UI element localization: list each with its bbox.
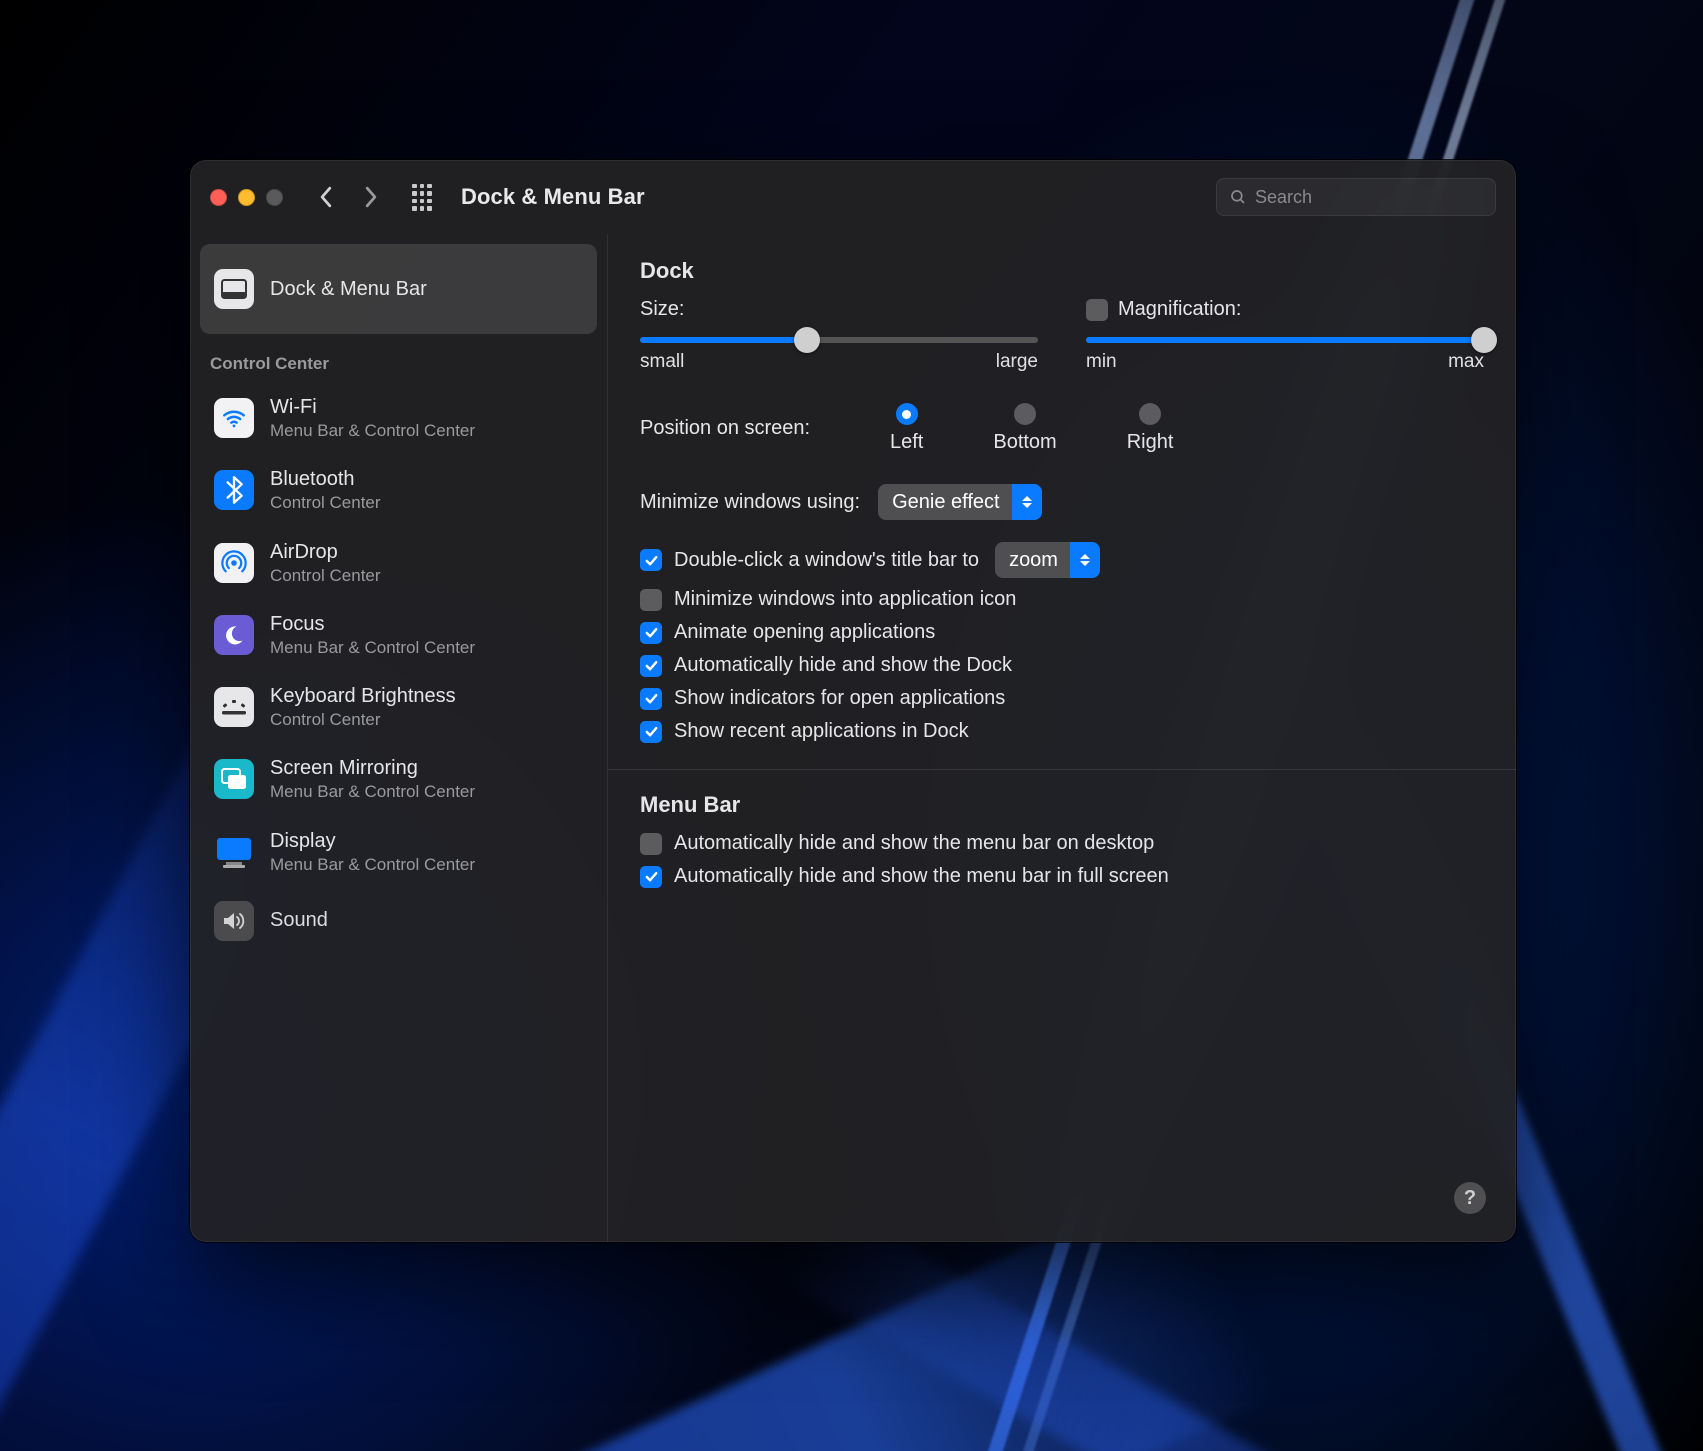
sidebar-item-sublabel: Control Center (270, 492, 381, 513)
search-icon (1229, 188, 1247, 206)
menubar-heading: Menu Bar (640, 792, 1484, 818)
dock-heading: Dock (640, 258, 1484, 284)
dropdown-value: Genie effect (892, 491, 999, 514)
doubleclick-action-dropdown[interactable]: zoom (995, 542, 1100, 578)
magnification-min-label: min (1086, 351, 1117, 373)
magnification-label: Magnification: (1118, 298, 1241, 321)
display-icon (214, 832, 254, 872)
sound-icon (214, 901, 254, 941)
sidebar-item-label: Wi-Fi (270, 395, 475, 420)
sidebar-item-label: Bluetooth (270, 467, 381, 492)
doubleclick-label: Double-click a window's title bar to (674, 549, 979, 572)
magnification-checkbox[interactable] (1086, 299, 1108, 321)
autohide-menubar-fullscreen-checkbox[interactable] (640, 866, 662, 888)
chevron-up-down-icon (1070, 542, 1100, 578)
bluetooth-icon (214, 470, 254, 510)
size-slider-thumb[interactable] (794, 327, 820, 353)
position-label: Position on screen: (640, 417, 890, 440)
size-slider[interactable] (640, 337, 1038, 343)
minimize-using-label: Minimize windows using: (640, 491, 860, 514)
window-title: Dock & Menu Bar (461, 184, 645, 210)
sidebar-item-sublabel: Control Center (270, 709, 456, 730)
keyboard-brightness-icon (214, 687, 254, 727)
section-divider (608, 769, 1516, 770)
minimize-using-dropdown[interactable]: Genie effect (878, 484, 1041, 520)
sidebar-item-sublabel: Menu Bar & Control Center (270, 637, 475, 658)
screen-mirroring-icon (214, 759, 254, 799)
sidebar-item-sublabel: Menu Bar & Control Center (270, 781, 475, 802)
position-radio-label: Left (890, 431, 923, 454)
minimize-into-icon-label: Minimize windows into application icon (674, 588, 1016, 611)
magnification-slider-thumb[interactable] (1471, 327, 1497, 353)
sidebar-item-airdrop[interactable]: AirDrop Control Center (200, 529, 597, 597)
sidebar-item-focus[interactable]: Focus Menu Bar & Control Center (200, 601, 597, 669)
sidebar: Dock & Menu Bar Control Center Wi-Fi Men… (190, 234, 608, 1242)
magnification-max-label: max (1448, 351, 1484, 373)
minimize-button[interactable] (238, 189, 255, 206)
size-max-label: large (996, 351, 1038, 373)
position-radio-label: Bottom (993, 431, 1056, 454)
autohide-menubar-fullscreen-label: Automatically hide and show the menu bar… (674, 865, 1169, 888)
sidebar-item-label: AirDrop (270, 540, 381, 565)
sidebar-item-keyboard-brightness[interactable]: Keyboard Brightness Control Center (200, 673, 597, 741)
search-field[interactable] (1216, 178, 1496, 216)
dock-icon (214, 269, 254, 309)
size-label: Size: (640, 298, 684, 321)
autohide-menubar-desktop-label: Automatically hide and show the menu bar… (674, 832, 1154, 855)
sidebar-item-bluetooth[interactable]: Bluetooth Control Center (200, 456, 597, 524)
sidebar-item-label: Display (270, 829, 475, 854)
position-radio-right[interactable]: Right (1127, 403, 1174, 454)
show-indicators-checkbox[interactable] (640, 688, 662, 710)
size-min-label: small (640, 351, 684, 373)
close-button[interactable] (210, 189, 227, 206)
doubleclick-checkbox[interactable] (640, 549, 662, 571)
airdrop-icon (214, 543, 254, 583)
sidebar-item-label: Keyboard Brightness (270, 684, 456, 709)
autohide-menubar-desktop-checkbox[interactable] (640, 833, 662, 855)
sidebar-item-label: Focus (270, 612, 475, 637)
zoom-button[interactable] (266, 189, 283, 206)
chevron-up-down-icon (1012, 484, 1042, 520)
position-radio-label: Right (1127, 431, 1174, 454)
content-pane: Dock Size: small large Ma (608, 234, 1516, 1242)
show-indicators-label: Show indicators for open applications (674, 687, 1005, 710)
sidebar-item-screen-mirroring[interactable]: Screen Mirroring Menu Bar & Control Cent… (200, 745, 597, 813)
sidebar-section-header: Control Center (200, 338, 597, 384)
search-input[interactable] (1255, 187, 1487, 208)
autohide-dock-checkbox[interactable] (640, 655, 662, 677)
sidebar-item-display[interactable]: Display Menu Bar & Control Center (200, 818, 597, 886)
back-button[interactable] (311, 182, 341, 212)
traffic-lights (210, 189, 283, 206)
titlebar: Dock & Menu Bar (190, 160, 1516, 234)
sidebar-item-sound[interactable]: Sound (200, 890, 597, 952)
sidebar-item-dock-menu-bar[interactable]: Dock & Menu Bar (200, 244, 597, 334)
system-preferences-window: Dock & Menu Bar Dock & Menu Bar Control … (190, 160, 1516, 1242)
dropdown-value: zoom (1009, 549, 1058, 572)
show-all-button[interactable] (409, 184, 435, 210)
autohide-dock-label: Automatically hide and show the Dock (674, 654, 1012, 677)
position-radio-left[interactable]: Left (890, 403, 923, 454)
magnification-slider[interactable] (1086, 337, 1484, 343)
wifi-icon (214, 398, 254, 438)
sidebar-item-label: Sound (270, 908, 328, 933)
animate-opening-checkbox[interactable] (640, 622, 662, 644)
focus-icon (214, 615, 254, 655)
minimize-into-icon-checkbox[interactable] (640, 589, 662, 611)
sidebar-item-sublabel: Menu Bar & Control Center (270, 420, 475, 441)
help-button[interactable]: ? (1454, 1182, 1486, 1214)
forward-button[interactable] (355, 182, 385, 212)
sidebar-item-sublabel: Menu Bar & Control Center (270, 854, 475, 875)
sidebar-item-wifi[interactable]: Wi-Fi Menu Bar & Control Center (200, 384, 597, 452)
position-radio-bottom[interactable]: Bottom (993, 403, 1056, 454)
sidebar-item-label: Screen Mirroring (270, 756, 475, 781)
sidebar-item-label: Dock & Menu Bar (270, 277, 427, 302)
show-recent-apps-checkbox[interactable] (640, 721, 662, 743)
sidebar-item-sublabel: Control Center (270, 565, 381, 586)
animate-opening-label: Animate opening applications (674, 621, 935, 644)
show-recent-apps-label: Show recent applications in Dock (674, 720, 969, 743)
